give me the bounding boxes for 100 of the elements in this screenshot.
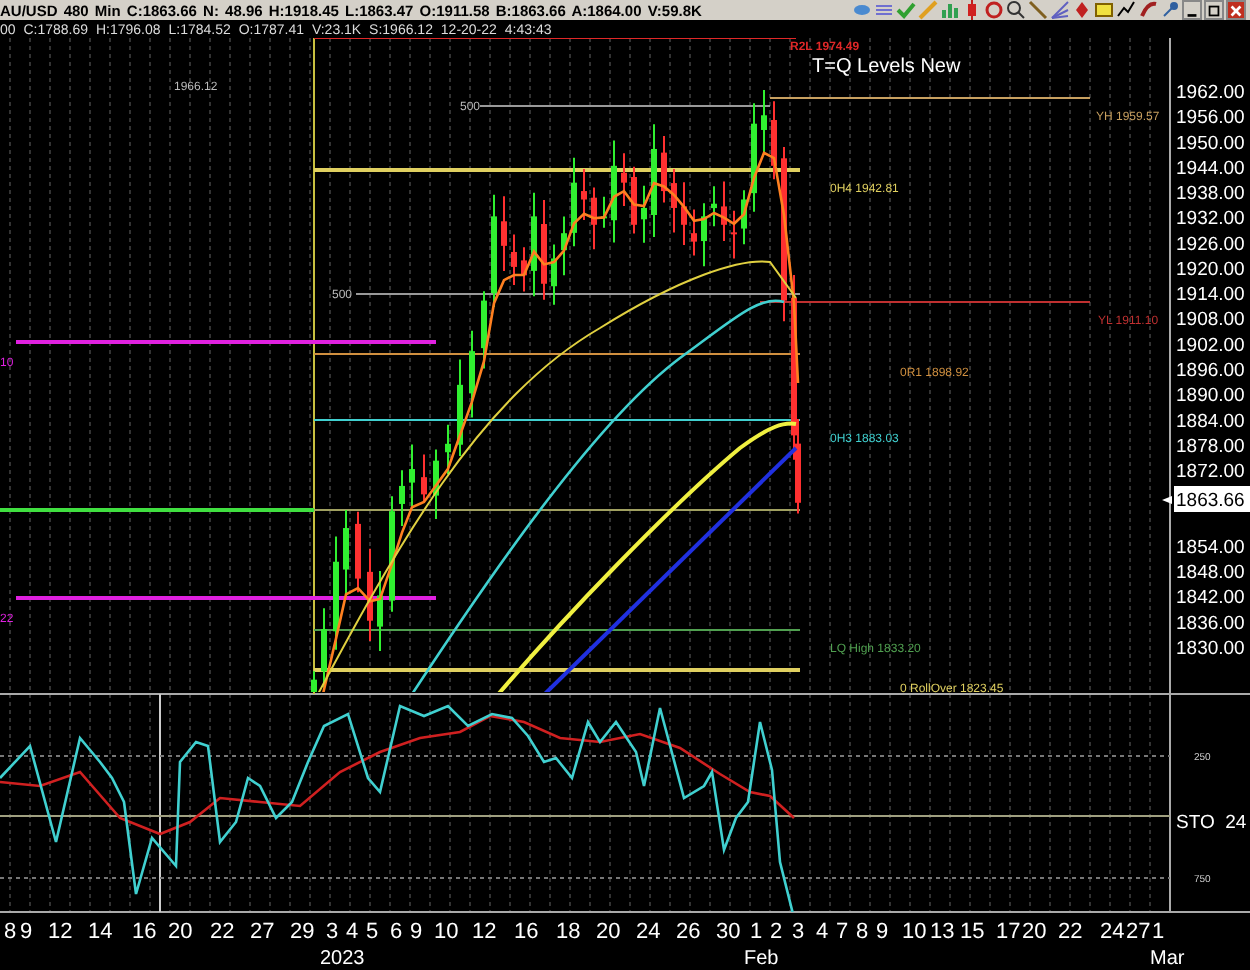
date-tick: 4 xyxy=(816,920,829,944)
candlestick xyxy=(751,102,757,213)
candlestick xyxy=(501,195,507,272)
candlestick xyxy=(761,89,767,156)
candlestick xyxy=(541,199,547,301)
chart-icon[interactable] xyxy=(1116,0,1136,21)
chart-title: T=Q Levels New xyxy=(812,56,961,78)
date-tick: 27 xyxy=(1126,920,1151,944)
date-tick: 15 xyxy=(960,920,985,944)
date-tick: 17 xyxy=(996,920,1021,944)
date-tick: 27 xyxy=(250,920,275,944)
candlestick xyxy=(343,508,349,596)
date-tick: 2 xyxy=(770,920,783,944)
candlestick xyxy=(457,358,463,457)
date-tick: 30 xyxy=(716,920,741,944)
candlestick xyxy=(671,168,677,234)
date-tick: 24 xyxy=(636,920,661,944)
candlestick xyxy=(681,181,687,246)
date-tick: 7 xyxy=(836,920,849,944)
price-tick: 1878.00 xyxy=(1176,435,1245,458)
rectangle-icon[interactable] xyxy=(1094,0,1114,21)
oscillator-name: STO 24 xyxy=(1176,812,1247,834)
candlestick xyxy=(521,246,527,293)
price-tick: 1830.00 xyxy=(1176,638,1245,660)
date-tick: 16 xyxy=(132,920,157,944)
candlestick xyxy=(651,123,657,238)
minimize-icon[interactable] xyxy=(1182,0,1202,21)
bars-icon[interactable] xyxy=(940,0,960,21)
candlestick xyxy=(389,495,395,613)
price-tick: 1872.00 xyxy=(1176,461,1245,484)
candlestick xyxy=(631,165,637,235)
candle-icon[interactable] xyxy=(962,0,982,21)
magnifier-icon[interactable] xyxy=(1006,0,1026,21)
date-tick: 18 xyxy=(556,920,581,944)
price-tick: 1932.00 xyxy=(1176,208,1245,231)
price-tick: 1890.00 xyxy=(1176,385,1245,408)
date-tick: 20 xyxy=(1022,920,1047,944)
price-tick: 1848.00 xyxy=(1176,562,1245,585)
circle-icon[interactable] xyxy=(984,0,1004,21)
month-label: 2023 xyxy=(320,948,365,970)
candlestick xyxy=(333,535,339,651)
candlestick xyxy=(581,167,587,221)
date-tick: 8 xyxy=(4,920,17,944)
candlestick xyxy=(701,202,707,268)
price-tick: 1926.00 xyxy=(1176,233,1245,256)
candlestick xyxy=(445,423,451,476)
candlestick xyxy=(721,180,727,243)
date-tick: 4 xyxy=(346,920,359,944)
marker-icon[interactable] xyxy=(1072,0,1092,21)
brush-icon[interactable] xyxy=(1138,0,1158,21)
cloud-icon[interactable] xyxy=(852,0,872,21)
price-tick: 1902.00 xyxy=(1176,334,1245,357)
date-tick: 1 xyxy=(1152,920,1165,944)
candlestick xyxy=(641,184,647,244)
candlestick xyxy=(421,453,427,504)
date-tick: 12 xyxy=(472,920,497,944)
candlestick xyxy=(367,547,373,643)
date-tick: 16 xyxy=(514,920,539,944)
candlestick xyxy=(377,570,383,653)
date-tick: 29 xyxy=(290,920,315,944)
date-tick: 9 xyxy=(410,920,423,944)
date-tick: 13 xyxy=(930,920,955,944)
fan-lines-icon[interactable] xyxy=(1050,0,1070,21)
candlestick xyxy=(661,135,667,204)
price-tick: 1950.00 xyxy=(1176,132,1245,155)
month-label: Mar xyxy=(1150,948,1185,970)
pencil-icon[interactable] xyxy=(918,0,938,21)
pin-icon[interactable] xyxy=(1160,0,1180,21)
date-tick: 22 xyxy=(1058,920,1083,944)
price-tick: 1896.00 xyxy=(1176,360,1245,382)
candlestick xyxy=(591,186,597,251)
candlestick xyxy=(691,208,697,257)
price-tick: 1938.00 xyxy=(1176,183,1245,206)
check-icon[interactable] xyxy=(896,0,916,21)
date-tick: 20 xyxy=(596,920,621,944)
date-tick: 10 xyxy=(434,920,459,944)
candlestick xyxy=(355,510,361,594)
candlestick xyxy=(741,189,747,246)
candlestick xyxy=(601,195,607,229)
candlestick xyxy=(561,215,567,277)
pointer-icon xyxy=(1162,496,1172,504)
price-tick: 1914.00 xyxy=(1176,284,1245,307)
date-tick: 24 xyxy=(1100,920,1125,944)
lines-icon[interactable] xyxy=(874,0,894,21)
date-tick: 10 xyxy=(902,920,927,944)
close-icon[interactable] xyxy=(1226,0,1246,21)
date-tick: 26 xyxy=(676,920,701,944)
price-tick: 1884.00 xyxy=(1176,410,1245,433)
date-tick: 6 xyxy=(390,920,403,944)
candlestick xyxy=(433,448,439,521)
candlestick xyxy=(771,100,777,181)
date-tick: 9 xyxy=(876,920,889,944)
price-tick: 1836.00 xyxy=(1176,612,1245,635)
last-price-tag: 1863.66 xyxy=(1174,486,1250,512)
diagonal-line-icon[interactable] xyxy=(1028,0,1048,21)
candlestick xyxy=(409,443,415,507)
price-tick: 1962.00 xyxy=(1176,82,1245,104)
date-tick: 3 xyxy=(326,920,339,944)
restore-icon[interactable] xyxy=(1204,0,1224,21)
candlestick xyxy=(711,185,717,228)
